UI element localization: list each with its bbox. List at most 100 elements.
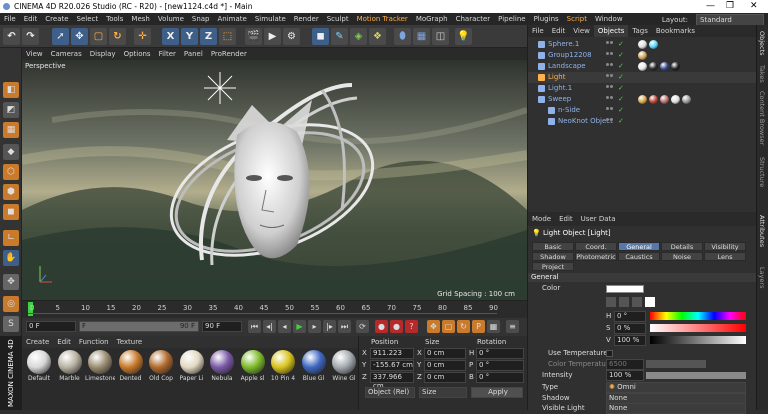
om-menu-edit[interactable]: Edit: [548, 25, 570, 37]
apply-button[interactable]: Apply: [471, 387, 523, 398]
cross-icon[interactable]: ✛: [134, 28, 151, 45]
material-tag-icon[interactable]: [638, 40, 647, 49]
object-row[interactable]: Group12208 ✓: [528, 50, 757, 61]
render-settings-icon[interactable]: ⚙: [283, 28, 300, 45]
material-item[interactable]: Default: [24, 350, 54, 382]
enable-check-icon[interactable]: ✓: [618, 52, 624, 59]
viewport-menu-filter[interactable]: Filter: [155, 48, 180, 60]
material-item[interactable]: Limestone: [85, 350, 115, 382]
attr-tab[interactable]: Details: [661, 242, 703, 251]
om-menu-file[interactable]: File: [528, 25, 548, 37]
menu-sculpt[interactable]: Sculpt: [323, 13, 353, 25]
menu-animate[interactable]: Animate: [214, 13, 251, 25]
record-icon[interactable]: ●: [375, 320, 388, 333]
color-mixer-icon[interactable]: [645, 297, 655, 307]
om-menu-tags[interactable]: Tags: [628, 25, 652, 37]
menu-select[interactable]: Select: [73, 13, 103, 25]
goto-start-icon[interactable]: ⏮: [248, 320, 261, 333]
material-tag-icon[interactable]: [671, 95, 680, 104]
attr-tab[interactable]: Photometric: [575, 252, 617, 261]
material-item[interactable]: 10 Pin 4: [268, 350, 298, 382]
redo-icon[interactable]: ↷: [22, 28, 39, 45]
menu-simulate[interactable]: Simulate: [251, 13, 290, 25]
attr-tab[interactable]: General: [618, 242, 660, 251]
minimize-button[interactable]: —: [706, 0, 715, 13]
material-menu-function[interactable]: Function: [75, 336, 113, 348]
object-row[interactable]: n-Side ✓: [528, 105, 757, 116]
deformer-icon[interactable]: ⬮: [394, 28, 411, 45]
viewport-3d[interactable]: Perspective Grid Spacing : 100 cm: [22, 60, 527, 300]
side-tab-attributes[interactable]: Attributes: [758, 215, 766, 247]
color-wheel-icon[interactable]: [606, 297, 616, 307]
om-menu-view[interactable]: View: [569, 25, 594, 37]
visibility-render-icon[interactable]: [610, 41, 613, 44]
key-pla-icon[interactable]: ▦: [487, 320, 500, 333]
key-scale-icon[interactable]: ▢: [442, 320, 455, 333]
autokey-icon[interactable]: ●: [390, 320, 403, 333]
model-mode-icon[interactable]: ◆: [3, 144, 19, 160]
object-row[interactable]: Light.1 ✓: [528, 83, 757, 94]
hsv-slider[interactable]: [650, 336, 746, 344]
attr-tab[interactable]: Caustics: [618, 252, 660, 261]
maximize-button[interactable]: ❐: [726, 0, 734, 13]
material-tag-icon[interactable]: [638, 95, 647, 104]
goto-end-icon[interactable]: ⏭: [338, 320, 351, 333]
size-field[interactable]: 0 cm: [424, 372, 466, 383]
viewport-menu-options[interactable]: Options: [120, 48, 155, 60]
menu-motion-tracker[interactable]: Motion Tracker: [353, 13, 412, 25]
menu-tools[interactable]: Tools: [102, 13, 127, 25]
visibility-editor-icon[interactable]: [606, 63, 609, 66]
material-tag-icon[interactable]: [682, 95, 691, 104]
visibility-editor-icon[interactable]: [606, 96, 609, 99]
side-tab-structure[interactable]: Structure: [758, 157, 766, 187]
visibility-editor-icon[interactable]: [606, 52, 609, 55]
side-tab-content-browser[interactable]: Content Browser: [758, 91, 766, 145]
step-forward-icon[interactable]: ▸: [308, 320, 321, 333]
size-field[interactable]: 0 cm: [424, 348, 466, 359]
enable-check-icon[interactable]: ✓: [618, 41, 624, 48]
scene-icon[interactable]: ▦: [413, 28, 430, 45]
polygons-mode-icon[interactable]: ◼: [3, 204, 19, 220]
keyframe-selection-icon[interactable]: ?: [405, 320, 418, 333]
material-menu-edit[interactable]: Edit: [53, 336, 75, 348]
attr-menu-edit[interactable]: Edit: [555, 212, 577, 226]
frame-range-slider[interactable]: F 90 F: [79, 321, 199, 332]
attr-tab[interactable]: Noise: [661, 252, 703, 261]
visibility-render-icon[interactable]: [610, 96, 613, 99]
visibility-render-icon[interactable]: [610, 63, 613, 66]
object-row[interactable]: Light ✓: [528, 72, 757, 83]
attr-menu-mode[interactable]: Mode: [528, 212, 555, 226]
undo-icon[interactable]: ↶: [3, 28, 20, 45]
hsv-field[interactable]: 0 %: [614, 323, 646, 334]
attr-tab[interactable]: Lens: [704, 252, 746, 261]
render-view-icon[interactable]: 🎬: [245, 28, 262, 45]
om-menu-bookmarks[interactable]: Bookmarks: [652, 25, 699, 37]
menu-mesh[interactable]: Mesh: [127, 13, 153, 25]
size-field[interactable]: 0 cm: [424, 360, 466, 371]
material-item[interactable]: Apple sl: [238, 350, 268, 382]
z-axis-button[interactable]: Z: [200, 28, 217, 45]
viewport-menu-cameras[interactable]: Cameras: [47, 48, 86, 60]
scale-icon[interactable]: ▢: [90, 28, 107, 45]
material-tag-icon[interactable]: [671, 62, 680, 71]
key-param-icon[interactable]: P: [472, 320, 485, 333]
visibility-editor-icon[interactable]: [606, 41, 609, 44]
y-axis-button[interactable]: Y: [181, 28, 198, 45]
tweak-mode-icon[interactable]: ✋: [3, 250, 19, 266]
object-row[interactable]: Landscape ✓: [528, 61, 757, 72]
x-axis-button[interactable]: X: [162, 28, 179, 45]
attr-tab[interactable]: Shadow: [532, 252, 574, 261]
material-menu-create[interactable]: Create: [22, 336, 53, 348]
menu-window[interactable]: Window: [591, 13, 627, 25]
material-tag-icon[interactable]: [638, 51, 647, 60]
coord-size-dropdown[interactable]: Size: [419, 387, 467, 398]
visibility-editor-icon[interactable]: [606, 107, 609, 110]
make-editable-icon[interactable]: ◧: [3, 82, 19, 98]
enable-check-icon[interactable]: ✓: [618, 85, 624, 92]
material-tag-icon[interactable]: [649, 95, 658, 104]
rotation-field[interactable]: 0 °: [476, 360, 524, 371]
edges-mode-icon[interactable]: ⬢: [3, 184, 19, 200]
color-temperature-field[interactable]: 6500: [606, 359, 644, 370]
points-mode-icon[interactable]: ⬡: [3, 164, 19, 180]
workplane-icon[interactable]: ▦: [3, 122, 19, 138]
